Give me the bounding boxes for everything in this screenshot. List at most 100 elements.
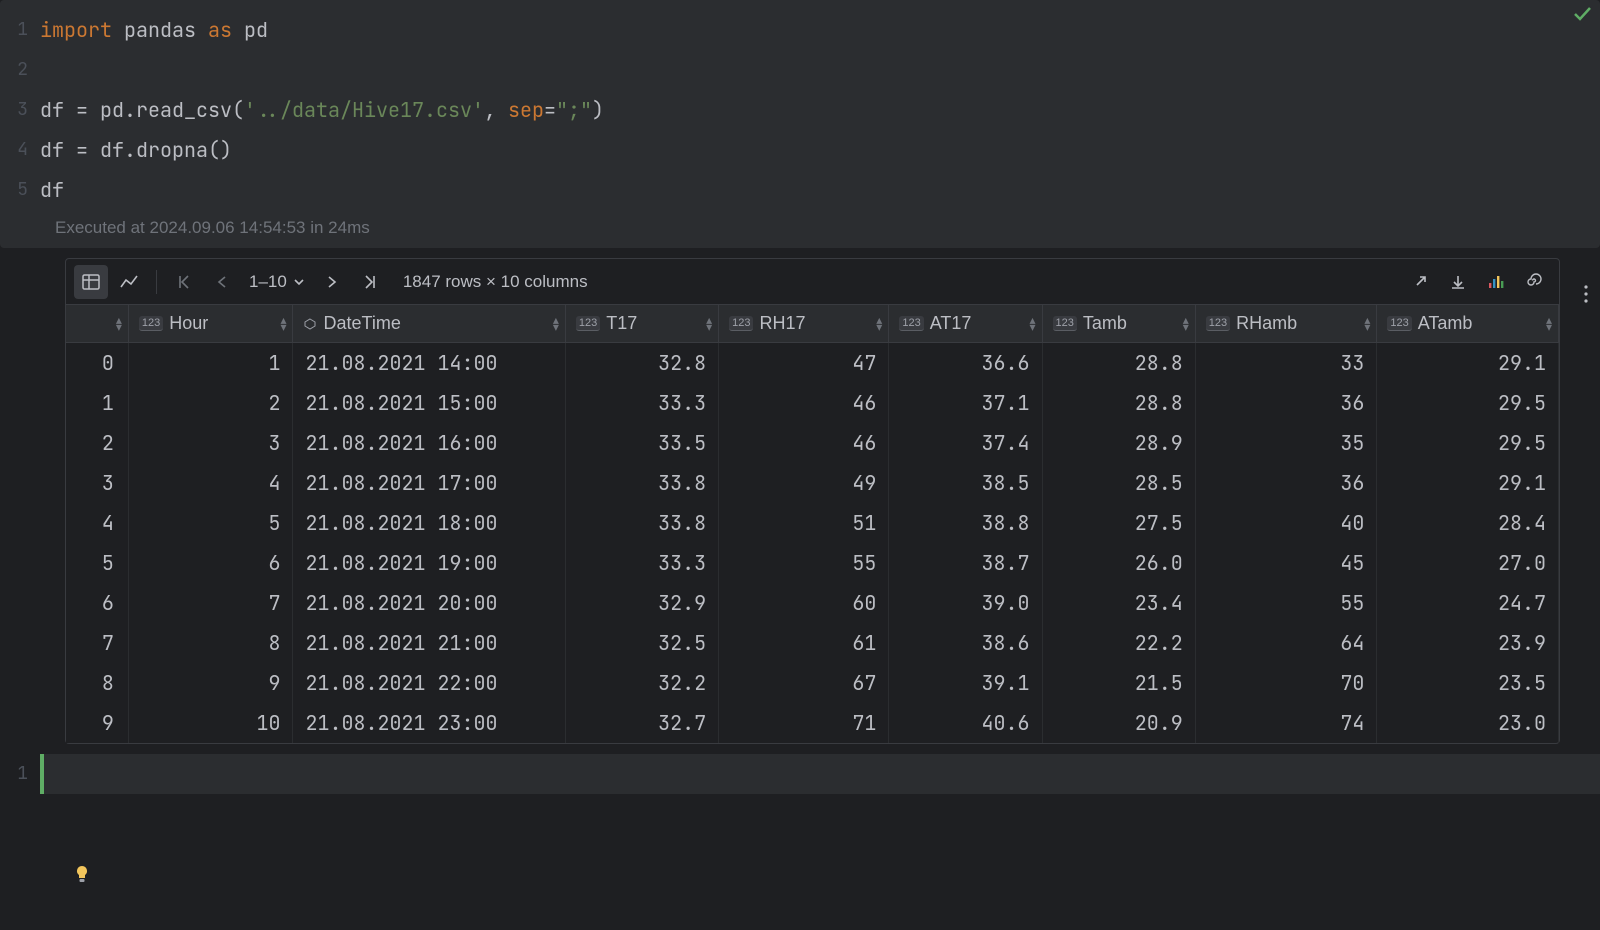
sort-icon[interactable]: ▴▾ — [116, 317, 122, 331]
table-cell[interactable]: 1 — [66, 383, 128, 423]
sort-icon[interactable]: ▴▾ — [280, 317, 286, 331]
table-cell[interactable]: 5 — [128, 503, 293, 543]
last-page-button[interactable] — [353, 265, 387, 299]
spiral-icon[interactable] — [1517, 265, 1551, 299]
column-header[interactable]: 123T17▴▾ — [565, 305, 718, 343]
table-cell[interactable]: 71 — [719, 703, 889, 743]
table-cell[interactable]: 61 — [719, 623, 889, 663]
table-cell[interactable]: 21.08.2021 23:00 — [293, 703, 565, 743]
table-cell[interactable]: 21.08.2021 17:00 — [293, 463, 565, 503]
table-cell[interactable]: 60 — [719, 583, 889, 623]
table-cell[interactable]: 21.08.2021 15:00 — [293, 383, 565, 423]
table-cell[interactable]: 49 — [719, 463, 889, 503]
table-cell[interactable]: 55 — [719, 543, 889, 583]
table-cell[interactable]: 7 — [128, 583, 293, 623]
dataframe-table[interactable]: ▴▾123Hour▴▾DateTime▴▾123T17▴▾123RH17▴▾12… — [66, 305, 1559, 743]
table-cell[interactable]: 39.1 — [889, 663, 1042, 703]
table-cell[interactable]: 33.3 — [565, 383, 718, 423]
table-cell[interactable]: 8 — [128, 623, 293, 663]
chart-view-button[interactable] — [112, 265, 146, 299]
table-cell[interactable]: 4 — [66, 503, 128, 543]
sort-icon[interactable]: ▴▾ — [876, 317, 882, 331]
table-cell[interactable]: 28.8 — [1042, 383, 1195, 423]
lightbulb-icon[interactable] — [74, 865, 90, 885]
download-icon[interactable] — [1441, 265, 1475, 299]
table-cell[interactable]: 33.8 — [565, 463, 718, 503]
table-cell[interactable]: 38.8 — [889, 503, 1042, 543]
sort-icon[interactable]: ▴▾ — [1030, 317, 1036, 331]
table-cell[interactable]: 21.5 — [1042, 663, 1195, 703]
table-cell[interactable]: 55 — [1195, 583, 1377, 623]
sort-icon[interactable]: ▴▾ — [553, 317, 559, 331]
table-cell[interactable]: 38.6 — [889, 623, 1042, 663]
table-cell[interactable]: 32.9 — [565, 583, 718, 623]
table-cell[interactable]: 23.0 — [1377, 703, 1559, 743]
table-cell[interactable]: 29.1 — [1377, 463, 1559, 503]
table-row[interactable]: 7821.08.2021 21:0032.56138.622.26423.9 — [66, 623, 1559, 663]
table-cell[interactable]: 5 — [66, 543, 128, 583]
column-header[interactable]: 123RH17▴▾ — [719, 305, 889, 343]
table-cell[interactable]: 21.08.2021 22:00 — [293, 663, 565, 703]
next-page-button[interactable] — [315, 265, 349, 299]
table-cell[interactable]: 28.8 — [1042, 343, 1195, 384]
table-cell[interactable]: 37.1 — [889, 383, 1042, 423]
table-cell[interactable]: 4 — [128, 463, 293, 503]
table-row[interactable]: 2321.08.2021 16:0033.54637.428.93529.5 — [66, 423, 1559, 463]
table-cell[interactable]: 26.0 — [1042, 543, 1195, 583]
table-cell[interactable]: 0 — [66, 343, 128, 384]
table-cell[interactable]: 70 — [1195, 663, 1377, 703]
table-cell[interactable]: 40.6 — [889, 703, 1042, 743]
table-cell[interactable]: 23.4 — [1042, 583, 1195, 623]
table-cell[interactable]: 21.08.2021 16:00 — [293, 423, 565, 463]
table-cell[interactable]: 21.08.2021 21:00 — [293, 623, 565, 663]
table-cell[interactable]: 21.08.2021 20:00 — [293, 583, 565, 623]
table-row[interactable]: 3421.08.2021 17:0033.84938.528.53629.1 — [66, 463, 1559, 503]
table-cell[interactable]: 22.2 — [1042, 623, 1195, 663]
column-header[interactable]: 123Hour▴▾ — [128, 305, 293, 343]
table-cell[interactable]: 24.7 — [1377, 583, 1559, 623]
table-cell[interactable]: 21.08.2021 19:00 — [293, 543, 565, 583]
table-cell[interactable]: 33.3 — [565, 543, 718, 583]
column-header[interactable]: ▴▾ — [66, 305, 128, 343]
table-cell[interactable]: 46 — [719, 383, 889, 423]
sort-icon[interactable]: ▴▾ — [1183, 317, 1189, 331]
table-cell[interactable]: 6 — [128, 543, 293, 583]
table-cell[interactable]: 28.9 — [1042, 423, 1195, 463]
sort-icon[interactable]: ▴▾ — [1546, 317, 1552, 331]
table-view-button[interactable] — [74, 265, 108, 299]
table-cell[interactable]: 39.0 — [889, 583, 1042, 623]
column-header[interactable]: 123ATamb▴▾ — [1377, 305, 1559, 343]
table-cell[interactable]: 36 — [1195, 463, 1377, 503]
table-row[interactable]: 5621.08.2021 19:0033.35538.726.04527.0 — [66, 543, 1559, 583]
table-cell[interactable]: 29.1 — [1377, 343, 1559, 384]
table-row[interactable]: 0121.08.2021 14:0032.84736.628.83329.1 — [66, 343, 1559, 384]
table-cell[interactable]: 33 — [1195, 343, 1377, 384]
first-page-button[interactable] — [167, 265, 201, 299]
table-cell[interactable]: 8 — [66, 663, 128, 703]
table-cell[interactable]: 36 — [1195, 383, 1377, 423]
table-cell[interactable]: 38.7 — [889, 543, 1042, 583]
table-cell[interactable]: 28.5 — [1042, 463, 1195, 503]
table-cell[interactable]: 32.8 — [565, 343, 718, 384]
table-cell[interactable]: 6 — [66, 583, 128, 623]
table-cell[interactable]: 20.9 — [1042, 703, 1195, 743]
open-external-icon[interactable] — [1403, 265, 1437, 299]
table-cell[interactable]: 29.5 — [1377, 383, 1559, 423]
table-row[interactable]: 6721.08.2021 20:0032.96039.023.45524.7 — [66, 583, 1559, 623]
more-icon[interactable] — [1584, 285, 1588, 303]
table-cell[interactable]: 1 — [128, 343, 293, 384]
column-header[interactable]: 123AT17▴▾ — [889, 305, 1042, 343]
table-cell[interactable]: 3 — [128, 423, 293, 463]
table-row[interactable]: 8921.08.2021 22:0032.26739.121.57023.5 — [66, 663, 1559, 703]
table-cell[interactable]: 3 — [66, 463, 128, 503]
table-cell[interactable]: 23.5 — [1377, 663, 1559, 703]
table-cell[interactable]: 40 — [1195, 503, 1377, 543]
table-cell[interactable]: 33.8 — [565, 503, 718, 543]
table-cell[interactable]: 32.7 — [565, 703, 718, 743]
table-cell[interactable]: 27.5 — [1042, 503, 1195, 543]
table-row[interactable]: 1221.08.2021 15:0033.34637.128.83629.5 — [66, 383, 1559, 423]
table-row[interactable]: 91021.08.2021 23:0032.77140.620.97423.0 — [66, 703, 1559, 743]
prev-page-button[interactable] — [205, 265, 239, 299]
table-cell[interactable]: 29.5 — [1377, 423, 1559, 463]
table-cell[interactable]: 35 — [1195, 423, 1377, 463]
